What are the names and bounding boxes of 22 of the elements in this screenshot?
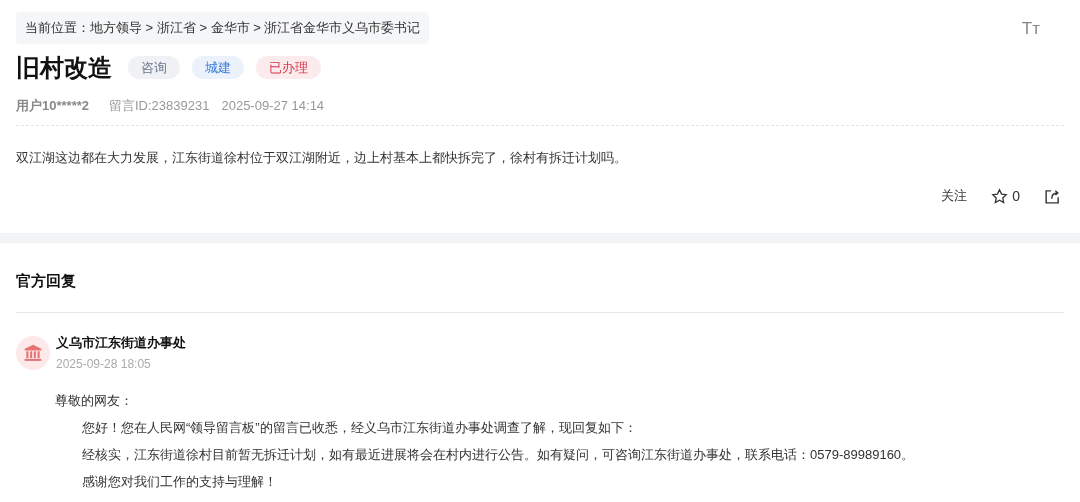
breadcrumb: 当前位置：地方领导 > 浙江省 > 金华市 > 浙江省金华市义乌市委书记 [16, 12, 430, 44]
reply-time: 2025-09-28 18:05 [56, 355, 152, 373]
font-size-button[interactable]: Tт [1021, 16, 1040, 42]
building-icon [23, 343, 43, 363]
star-icon [991, 187, 1009, 205]
message-content: 双江湖这边都在大力发展，江东街道徐村位于双江湖附近，边上村基本上都快拆完了，徐村有拆迁计划吗。 [16, 149, 628, 167]
post-time: 2025-09-27 14:14 [221, 96, 325, 115]
user-name: 用户10*****2 [16, 96, 89, 115]
message-id: 留言ID:23839231 [109, 96, 210, 115]
tag: 城建 [192, 55, 244, 80]
reply-paragraph: 您好！您在人民网“领导留言板”的留言已收悉，经义乌市江东街道办事处调查了解，现回复如下： [81, 418, 638, 437]
section-heading: 官方回复 [16, 270, 77, 291]
follow-button[interactable]: 关注 [941, 186, 968, 206]
reply-paragraph: 感谢您对我们工作的支持与理解！ [81, 472, 278, 491]
share-icon[interactable] [1044, 187, 1061, 205]
tag: 已办理 [256, 55, 321, 80]
reply-paragraph: 经核实，江东街道徐村目前暂无拆迁计划，如有最近进展将会在村内进行公告。如有疑问，可咨询江东街道办事处，联系电话：0579-89989160。 [81, 445, 916, 464]
greeting: 尊敬的网友： [55, 391, 134, 410]
page-title: 旧村改造 [16, 52, 112, 83]
tag: 咨询 [128, 55, 180, 80]
star-button[interactable]: 0 [991, 185, 1020, 207]
department-name: 义乌市江东街道办事处 [56, 334, 186, 352]
